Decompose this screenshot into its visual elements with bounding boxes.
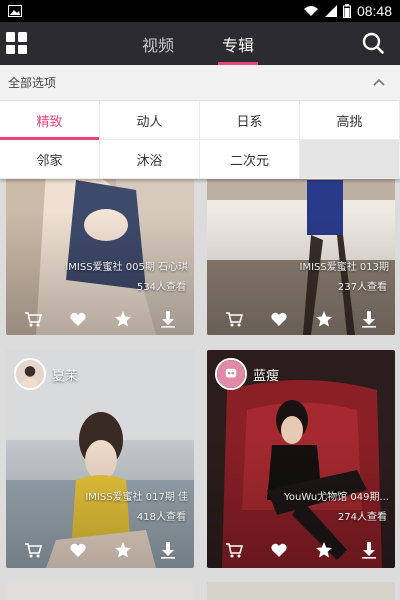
status-right: 08:48 xyxy=(303,3,392,19)
author[interactable]: 蓝瘦 xyxy=(215,358,279,390)
category-item-gaotiao[interactable]: 高挑 xyxy=(300,101,400,140)
view-count: 418人查看 xyxy=(136,512,186,523)
heart-icon[interactable] xyxy=(270,310,288,328)
album-card-4[interactable]: 蓝瘦 YouWu尤物馆 049期... 274人查看 xyxy=(207,350,395,568)
category-item-dongren[interactable]: 动人 xyxy=(100,101,200,140)
album-title: IMISS爱蜜社 017期 佳 xyxy=(85,492,188,503)
album-title: YouWu尤物馆 049期... xyxy=(284,492,389,503)
download-icon[interactable] xyxy=(159,310,177,328)
card-actions xyxy=(6,541,194,559)
author-name: 蓝瘦 xyxy=(253,368,280,384)
view-count: 274人查看 xyxy=(337,512,387,523)
album-card-5-partial[interactable] xyxy=(6,582,194,600)
category-item-linjia[interactable]: 邻家 xyxy=(0,140,100,179)
category-grid: 精致 动人 日系 高挑 邻家 沐浴 二次元 xyxy=(0,101,400,179)
category-item-muyu[interactable]: 沐浴 xyxy=(100,140,200,179)
grid-menu-icon[interactable] xyxy=(6,32,28,54)
album-card-6-partial[interactable] xyxy=(207,582,395,600)
status-left xyxy=(8,5,22,17)
card-actions xyxy=(207,541,395,559)
star-icon[interactable] xyxy=(114,310,132,328)
avatar xyxy=(14,358,46,390)
star-icon[interactable] xyxy=(114,541,132,559)
heart-icon[interactable] xyxy=(69,310,87,328)
cart-icon[interactable] xyxy=(225,310,243,328)
category-item-jingzhi[interactable]: 精致 xyxy=(0,101,100,140)
chevron-up-icon[interactable] xyxy=(372,75,386,89)
category-header-label: 全部选项 xyxy=(8,76,57,90)
avatar xyxy=(215,358,247,390)
category-empty-cell xyxy=(300,140,400,179)
author[interactable]: 夏茉 xyxy=(14,358,78,390)
category-header[interactable]: 全部选项 xyxy=(0,65,400,101)
cart-icon[interactable] xyxy=(24,310,42,328)
category-item-erciyuan[interactable]: 二次元 xyxy=(200,140,300,179)
star-icon[interactable] xyxy=(315,541,333,559)
battery-icon xyxy=(342,4,351,18)
heart-icon[interactable] xyxy=(270,541,288,559)
cart-icon[interactable] xyxy=(24,541,42,559)
author-name: 夏茉 xyxy=(52,368,79,384)
star-icon[interactable] xyxy=(315,310,333,328)
category-item-rixi[interactable]: 日系 xyxy=(200,101,300,140)
tab-album[interactable]: 专辑 xyxy=(216,22,260,65)
image-icon xyxy=(8,5,22,17)
signal-icon xyxy=(324,5,337,17)
status-bar: 08:48 xyxy=(0,0,400,22)
cart-icon[interactable] xyxy=(225,541,243,559)
view-count: 237人查看 xyxy=(337,282,387,293)
top-navigation: 视频 专辑 xyxy=(0,22,400,65)
download-icon[interactable] xyxy=(360,310,378,328)
album-title: IMISS爱蜜社 013期 xyxy=(299,262,390,273)
album-title: IMISS爱蜜社 005期 石心琪 xyxy=(65,262,188,273)
wifi-icon xyxy=(303,6,318,16)
album-card-3[interactable]: 夏茉 IMISS爱蜜社 017期 佳 418人查看 xyxy=(6,350,194,568)
card-actions xyxy=(207,310,395,328)
search-icon[interactable] xyxy=(362,32,384,54)
download-icon[interactable] xyxy=(159,541,177,559)
tab-video[interactable]: 视频 xyxy=(136,22,180,65)
card-actions xyxy=(6,310,194,328)
download-icon[interactable] xyxy=(360,541,378,559)
view-count: 534人查看 xyxy=(136,282,186,293)
heart-icon[interactable] xyxy=(69,541,87,559)
clock: 08:48 xyxy=(356,3,392,19)
